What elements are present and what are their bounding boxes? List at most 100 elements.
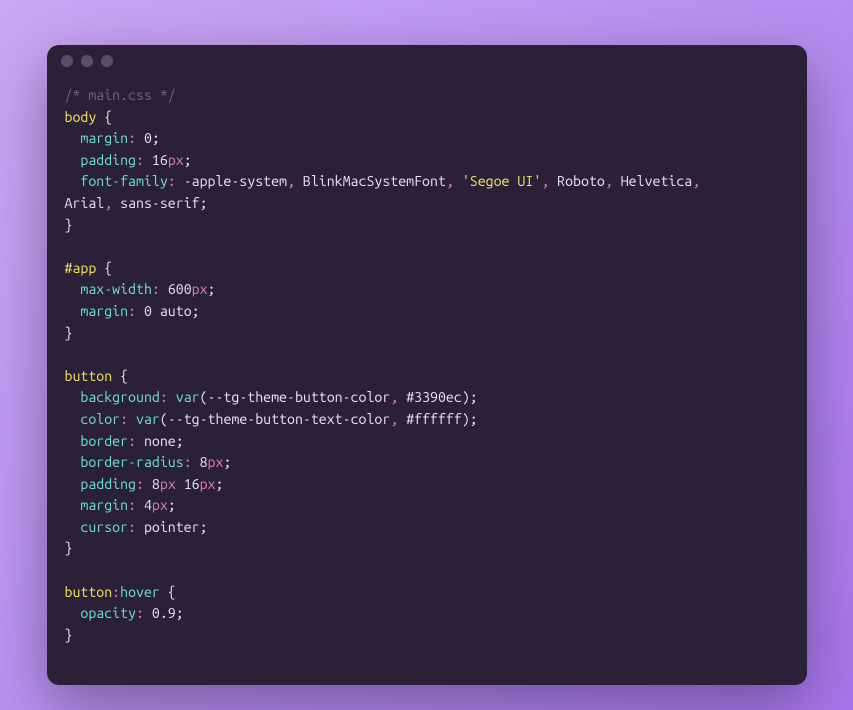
code-token: Roboto — [549, 173, 605, 189]
code-token: BlinkMacSystemFont — [295, 173, 446, 189]
code-token — [65, 152, 81, 168]
code-token: cursor — [80, 519, 128, 535]
code-token: Arial — [65, 195, 105, 211]
code-token: border — [80, 433, 128, 449]
code-token: : — [152, 281, 160, 297]
code-token: ; — [168, 497, 176, 513]
code-token: px — [160, 476, 176, 492]
code-token — [65, 303, 81, 319]
code-token: 0 — [144, 303, 152, 319]
code-token: margin — [80, 130, 128, 146]
code-token — [136, 303, 144, 319]
code-token: background — [80, 389, 159, 405]
code-token: var — [176, 389, 200, 405]
code-token: } — [65, 325, 73, 341]
code-token: 0 — [144, 130, 152, 146]
code-token — [160, 281, 168, 297]
code-token: { — [96, 109, 112, 125]
code-token: , — [287, 173, 295, 189]
code-token: var — [136, 411, 160, 427]
code-token: : — [128, 130, 136, 146]
code-token — [65, 454, 81, 470]
code-token: : — [128, 497, 136, 513]
code-token: ; — [470, 389, 478, 405]
editor-window: /* main.css */ body { margin: 0; padding… — [47, 45, 807, 685]
code-token: , — [104, 195, 112, 211]
code-token: : — [120, 411, 128, 427]
code-token: ; — [223, 454, 231, 470]
window-maximize-icon[interactable] — [101, 55, 113, 67]
code-token: ; — [176, 605, 184, 621]
code-token: sans-serif; — [112, 195, 207, 211]
code-token: : — [136, 605, 144, 621]
code-token: padding — [80, 152, 136, 168]
code-token — [192, 454, 200, 470]
code-token: body — [65, 109, 97, 125]
code-token: auto; — [152, 303, 200, 319]
code-token: ; — [470, 411, 478, 427]
code-token: 600 — [168, 281, 192, 297]
code-token: ; — [208, 281, 216, 297]
code-token: : — [136, 152, 144, 168]
code-token: : — [136, 476, 144, 492]
code-token — [65, 605, 81, 621]
code-token: pointer; — [136, 519, 208, 535]
code-token: font-family — [80, 173, 167, 189]
code-token — [136, 497, 144, 513]
code-token: border-radius — [80, 454, 183, 470]
window-minimize-icon[interactable] — [81, 55, 93, 67]
code-token: ; — [216, 476, 224, 492]
code-token — [136, 130, 144, 146]
code-token — [454, 173, 462, 189]
code-token: } — [65, 217, 73, 233]
code-token: px — [192, 281, 208, 297]
code-token: 4 — [144, 497, 152, 513]
code-token: 16 — [184, 476, 200, 492]
code-token: Helvetica — [613, 173, 692, 189]
code-token: } — [65, 540, 73, 556]
code-token — [176, 476, 184, 492]
titlebar — [47, 45, 807, 77]
code-token: #ffffff) — [398, 411, 470, 427]
code-token: , — [446, 173, 454, 189]
code-token: ; — [152, 130, 160, 146]
code-token: -apple-system — [176, 173, 287, 189]
code-token: ( — [200, 389, 208, 405]
window-close-icon[interactable] — [61, 55, 73, 67]
code-token: { — [112, 368, 128, 384]
code-token: max-width — [80, 281, 152, 297]
code-token: /* main.css */ — [65, 87, 176, 103]
code-token — [144, 476, 152, 492]
code-token — [65, 173, 81, 189]
code-token: 0.9 — [152, 605, 176, 621]
code-token: ; — [184, 152, 192, 168]
code-token — [144, 152, 152, 168]
code-token: margin — [80, 303, 128, 319]
code-token: --tg-theme-button-text-color — [168, 411, 390, 427]
code-token: px — [200, 476, 216, 492]
code-token: : — [128, 303, 136, 319]
code-token: padding — [80, 476, 136, 492]
code-editor[interactable]: /* main.css */ body { margin: 0; padding… — [47, 77, 807, 664]
code-token: button — [65, 584, 113, 600]
code-token: : — [168, 173, 176, 189]
code-token — [65, 433, 81, 449]
code-token — [128, 411, 136, 427]
code-token — [65, 476, 81, 492]
code-token: opacity — [80, 605, 136, 621]
code-token: --tg-theme-button-color — [208, 389, 391, 405]
code-token: 8 — [200, 454, 208, 470]
code-token: #app — [65, 260, 97, 276]
code-token: } — [65, 627, 73, 643]
code-token — [65, 130, 81, 146]
code-token: : — [160, 389, 168, 405]
code-token: px — [152, 497, 168, 513]
code-token: hover — [120, 584, 160, 600]
code-token: color — [80, 411, 120, 427]
code-token — [65, 281, 81, 297]
code-token — [65, 519, 81, 535]
code-token: margin — [80, 497, 128, 513]
code-token: , — [692, 173, 700, 189]
code-token: : — [184, 454, 192, 470]
code-token — [65, 411, 81, 427]
